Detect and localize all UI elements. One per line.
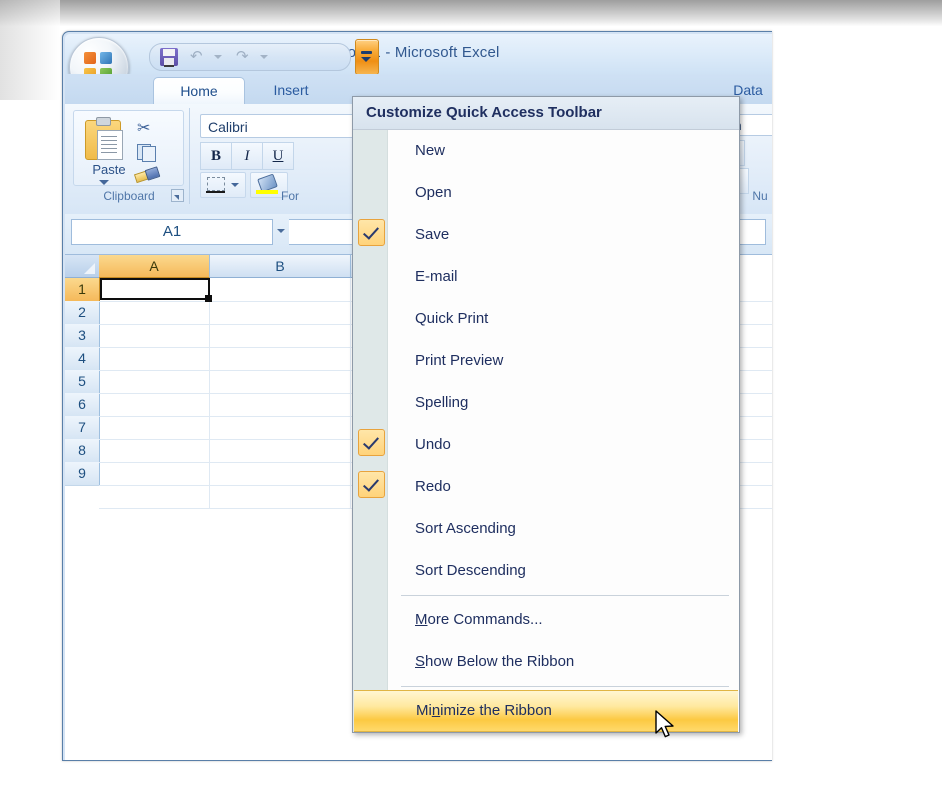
menu-item-more-commands[interactable]: More Commands... xyxy=(353,599,739,641)
quick-access-toolbar: ↶ ↷ xyxy=(149,43,351,71)
row-header-2[interactable]: 2 xyxy=(65,301,100,325)
format-painter-icon[interactable] xyxy=(135,168,157,182)
mouse-cursor xyxy=(655,710,677,742)
qat-dropdown-bar-icon xyxy=(361,51,372,54)
menu-item-redo[interactable]: Redo xyxy=(353,466,739,508)
menu-item-label: Redo xyxy=(415,478,451,495)
column-header-a[interactable]: A xyxy=(99,255,210,278)
menu-separator xyxy=(401,595,729,596)
menu-item-label: New xyxy=(415,142,445,159)
menu-item-label: Sort Descending xyxy=(415,562,526,579)
menu-item-e-mail[interactable]: E-mail xyxy=(353,256,739,298)
page-left-fade xyxy=(0,0,60,100)
checkmark-icon xyxy=(358,471,385,498)
column-header-b[interactable]: B xyxy=(210,255,351,278)
menu-item-label: Open xyxy=(415,184,452,201)
row-header-8[interactable]: 8 xyxy=(65,439,100,463)
italic-button[interactable]: I xyxy=(231,142,262,170)
menu-item-sort-descending[interactable]: Sort Descending xyxy=(353,550,739,592)
menu-item-label: Print Preview xyxy=(415,352,503,369)
menu-item-open[interactable]: Open xyxy=(353,172,739,214)
selected-cell-a1[interactable] xyxy=(100,278,210,300)
menu-body: New Open Save E-mail Quick Print Print Previe… xyxy=(353,130,739,732)
menu-item-label: Spelling xyxy=(415,394,468,411)
redo-dropdown-icon[interactable] xyxy=(260,55,268,59)
menu-item-print-preview[interactable]: Print Preview xyxy=(353,340,739,382)
bold-button[interactable]: B xyxy=(200,142,231,170)
menu-item-label: Undo xyxy=(415,436,451,453)
menu-item-show-below-the-ribbon[interactable]: Show Below the Ribbon xyxy=(353,641,739,683)
page-top-gradient-strip xyxy=(0,0,942,26)
clipboard-dialog-launcher-icon[interactable] xyxy=(171,189,184,202)
ribbon-group-clipboard: Paste ✂ Clipboard xyxy=(69,108,190,204)
paste-dropdown-icon[interactable] xyxy=(99,180,109,185)
checkmark-icon xyxy=(358,429,385,456)
menu-item-undo[interactable]: Undo xyxy=(353,424,739,466)
save-icon[interactable] xyxy=(160,48,178,66)
row-header-1[interactable]: 1 xyxy=(65,278,100,302)
menu-item-label: Save xyxy=(415,226,449,243)
menu-item-list: New Open Save E-mail Quick Print Print Previe… xyxy=(353,130,739,732)
cut-icon[interactable]: ✂ xyxy=(137,118,150,138)
redo-icon[interactable]: ↷ xyxy=(236,49,249,64)
undo-icon[interactable]: ↶ xyxy=(190,49,203,64)
paste-icon[interactable] xyxy=(83,116,127,160)
menu-item-save[interactable]: Save xyxy=(353,214,739,256)
name-box[interactable]: A1 xyxy=(71,219,273,245)
name-box-dropdown-icon[interactable] xyxy=(277,229,285,233)
customize-quick-access-toolbar-button[interactable] xyxy=(355,39,379,75)
row-header-5[interactable]: 5 xyxy=(65,370,100,394)
copy-icon[interactable] xyxy=(137,144,155,160)
menu-item-minimize-the-ribbon[interactable]: Minimize the Ribbon xyxy=(354,690,738,732)
tab-home[interactable]: Home xyxy=(153,77,245,105)
row-header-4[interactable]: 4 xyxy=(65,347,100,371)
chevron-down-icon xyxy=(361,57,371,62)
menu-item-spelling[interactable]: Spelling xyxy=(353,382,739,424)
menu-item-quick-print[interactable]: Quick Print xyxy=(353,298,739,340)
row-header-6[interactable]: 6 xyxy=(65,393,100,417)
menu-separator xyxy=(401,686,729,687)
checkmark-icon xyxy=(358,219,385,246)
tab-insert[interactable]: Insert xyxy=(251,77,331,104)
underline-button[interactable]: U xyxy=(262,142,294,170)
select-all-corner[interactable] xyxy=(65,255,100,278)
font-style-buttons: B I U xyxy=(200,142,294,168)
menu-item-sort-ascending[interactable]: Sort Ascending xyxy=(353,508,739,550)
menu-item-label: Minimize the Ribbon xyxy=(416,702,552,719)
undo-dropdown-icon[interactable] xyxy=(214,55,222,59)
menu-item-label: Sort Ascending xyxy=(415,520,516,537)
menu-item-label: Show Below the Ribbon xyxy=(415,653,574,670)
row-header-9[interactable]: 9 xyxy=(65,462,100,486)
menu-item-new[interactable]: New xyxy=(353,130,739,172)
customize-quick-access-toolbar-menu: Customize Quick Access Toolbar New Open Sa… xyxy=(352,96,740,733)
menu-item-label: More Commands... xyxy=(415,611,543,628)
menu-item-label: Quick Print xyxy=(415,310,488,327)
menu-title: Customize Quick Access Toolbar xyxy=(353,97,739,130)
menu-item-label: E-mail xyxy=(415,268,458,285)
row-header-3[interactable]: 3 xyxy=(65,324,100,348)
title-bar: Book1 - Microsoft Excel ↶ ↷ xyxy=(65,34,772,74)
row-header-7[interactable]: 7 xyxy=(65,416,100,440)
